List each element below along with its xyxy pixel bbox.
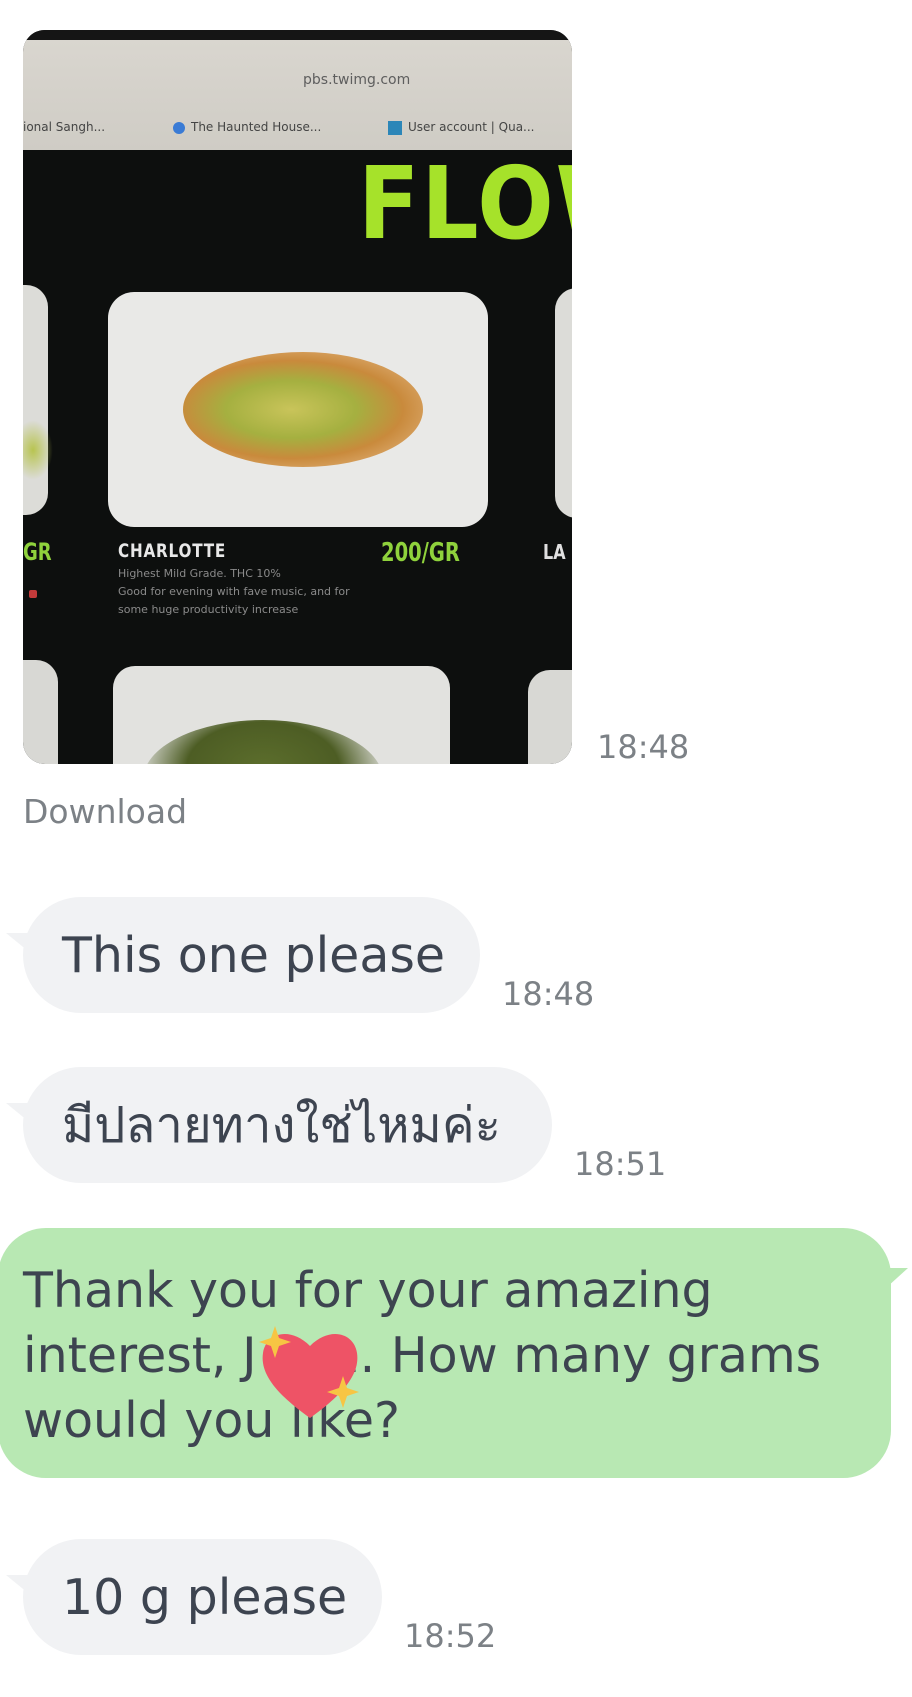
strain-description: Highest Mild Grade. THC 10% Good for eve…	[118, 567, 350, 616]
browser-url: pbs.twimg.com	[303, 72, 411, 88]
heart-sparkle-icon	[259, 1326, 359, 1418]
message-text-line: would you like?	[23, 1392, 401, 1449]
message-bubble-outgoing[interactable]: Thank you for your amazing interest, Jn.…	[0, 1228, 908, 1478]
bubble-tail	[6, 1575, 28, 1593]
browser-tab-1: ional Sangh...	[23, 120, 106, 134]
strain-price: 200/GR	[381, 538, 460, 568]
bubble-tail	[886, 1268, 908, 1288]
product-card-right	[555, 288, 572, 518]
product-image-left	[23, 420, 53, 480]
photo-timestamp: 18:48	[597, 728, 690, 766]
message-text: 10 g please	[62, 1568, 348, 1626]
message-text: This one please	[62, 926, 446, 984]
bubble-tail	[6, 933, 28, 951]
globe-icon	[173, 121, 185, 134]
message-bubble-incoming[interactable]: This one please	[6, 897, 480, 1013]
left-badge	[29, 590, 37, 598]
left-price-fragment: GR	[23, 538, 52, 566]
product-card-bottom-right	[528, 670, 572, 764]
message-bubble-incoming[interactable]: มีปลายทางใช่ไหมค่ะ	[6, 1067, 552, 1183]
message-timestamp: 18:51	[574, 1145, 667, 1183]
site-icon	[388, 120, 402, 135]
brand-text: FLOW	[358, 145, 572, 262]
message-text-line: Thank you for your amazing	[23, 1262, 713, 1319]
shared-photo[interactable]: pbs.twimg.com ional Sangh... The Haunted…	[23, 30, 572, 764]
browser-tab-3: User account | Qua...	[388, 120, 535, 135]
bubble-tail	[6, 1103, 28, 1121]
message-text-line: interest, Jn. How many grams	[23, 1327, 822, 1384]
message-bubble-incoming[interactable]: 10 g please	[6, 1539, 382, 1655]
message-timestamp: 18:52	[404, 1617, 497, 1655]
browser-tab-2: The Haunted House...	[173, 120, 321, 134]
product-card-bottom-left	[23, 660, 58, 764]
message-timestamp: 18:48	[502, 975, 595, 1013]
product-image	[183, 352, 423, 467]
download-link[interactable]: Download	[23, 792, 187, 831]
right-name-fragment: LA	[543, 540, 566, 564]
strain-name: CHARLOTTE	[118, 540, 227, 562]
product-card-left	[23, 285, 48, 515]
message-text: มีปลายทางใช่ไหมค่ะ	[62, 1097, 501, 1154]
